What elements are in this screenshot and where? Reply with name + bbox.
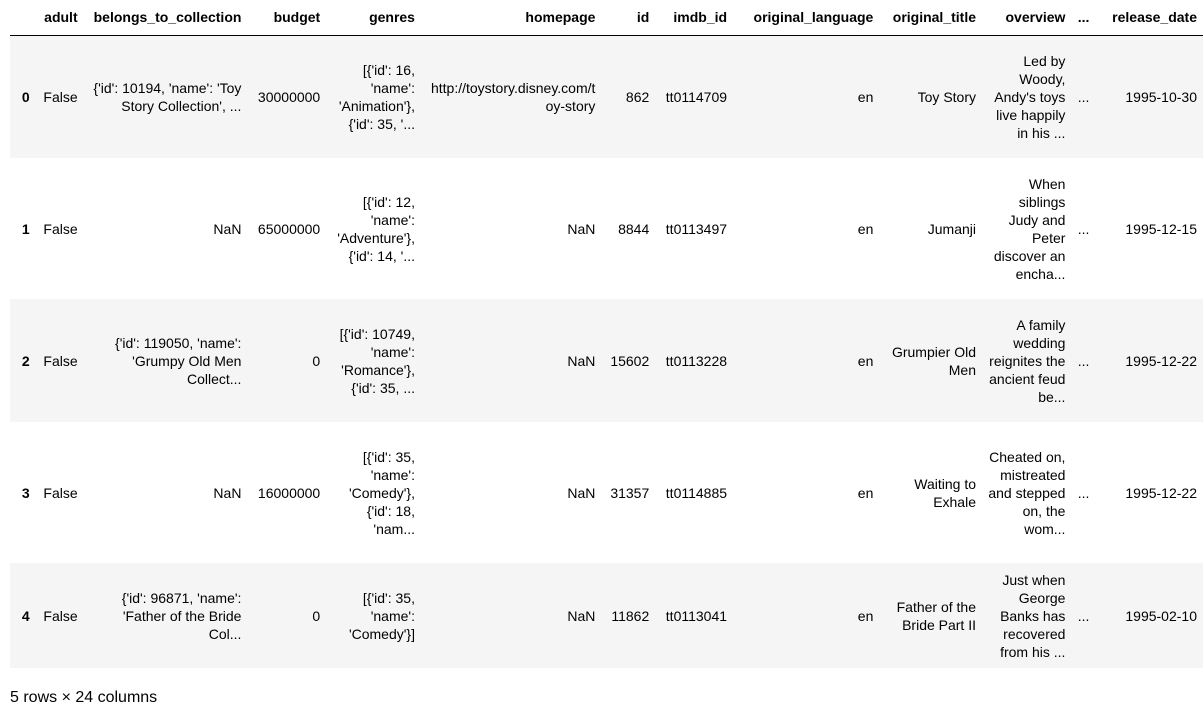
cell-adult: False (43, 220, 78, 237)
cell-genres: [{'id': 35, 'name': 'Comedy'}] (348, 589, 415, 642)
cell-id: 15602 (610, 352, 650, 369)
cell-original-title: Jumanji (927, 220, 976, 237)
cell-original-language: en (857, 484, 874, 501)
column-header-overview: overview (982, 0, 1072, 36)
cell-original-language: en (857, 220, 874, 237)
column-header-id: id (601, 0, 656, 36)
row-index: 0 (21, 88, 30, 105)
cell-release-date: 1995-02-10 (1125, 607, 1197, 624)
cell-budget: 0 (312, 607, 321, 624)
table-row: 3 False NaN 16000000 [{'id': 35, 'name':… (10, 422, 1203, 563)
cell-homepage: NaN (567, 220, 596, 237)
cell-overview: Cheated on, mistreated and stepped on, t… (988, 448, 1066, 537)
column-header-original-language: original_language (733, 0, 880, 36)
cell-homepage: NaN (567, 352, 596, 369)
dataframe-table: adult belongs_to_collection budget genre… (10, 0, 1203, 668)
cell-imdb-id: tt0114709 (665, 88, 728, 105)
cell-homepage: NaN (567, 607, 596, 624)
cell-belongs-to-collection: {'id': 10194, 'name': 'Toy Story Collect… (93, 79, 242, 114)
column-header-genres: genres (326, 0, 421, 36)
cell-release-date: 1995-12-15 (1125, 220, 1197, 237)
cell-adult: False (43, 88, 78, 105)
cell-overview: Led by Woody, Andy's toys live happily i… (994, 52, 1066, 141)
table-row: 0 False {'id': 10194, 'name': 'Toy Story… (10, 35, 1203, 158)
cell-budget: 30000000 (257, 88, 321, 105)
cell-budget: 16000000 (257, 484, 321, 501)
dataframe-shape-summary: 5 rows × 24 columns (10, 689, 158, 706)
cell-original-title: Father of the Bride Part II (896, 598, 976, 633)
column-header-budget: budget (247, 0, 327, 36)
cell-id: 862 (625, 88, 650, 105)
cell-genres: [{'id': 16, 'name': 'Animation'}, {'id':… (338, 61, 415, 132)
cell-genres: [{'id': 35, 'name': 'Comedy'}, {'id': 18… (348, 448, 415, 537)
cell-overview: A family wedding reignites the ancient f… (989, 316, 1066, 405)
cell-ellipsis: ... (1077, 352, 1090, 369)
cell-overview: When siblings Judy and Peter discover an… (993, 175, 1066, 282)
row-index: 1 (21, 220, 30, 237)
dataframe-output: adult belongs_to_collection budget genre… (10, 0, 1203, 668)
cell-adult: False (43, 484, 78, 501)
cell-release-date: 1995-12-22 (1125, 484, 1197, 501)
column-header-homepage: homepage (420, 0, 602, 36)
cell-homepage: http://toystory.disney.com/toy-story (430, 79, 596, 114)
cell-id: 8844 (618, 220, 650, 237)
row-index: 2 (21, 352, 30, 369)
cell-original-language: en (857, 607, 874, 624)
cell-imdb-id: tt0113041 (665, 607, 728, 624)
index-column-header (10, 0, 36, 36)
table-row: 2 False {'id': 119050, 'name': 'Grumpy O… (10, 299, 1203, 422)
row-index: 3 (21, 484, 30, 501)
column-header-ellipsis: ... (1071, 0, 1096, 36)
cell-belongs-to-collection: {'id': 119050, 'name': 'Grumpy Old Men C… (115, 334, 242, 387)
row-index: 4 (21, 607, 30, 624)
cell-genres: [{'id': 10749, 'name': 'Romance'}, {'id'… (339, 325, 415, 396)
cell-original-title: Toy Story (917, 88, 976, 105)
cell-adult: False (43, 607, 78, 624)
cell-original-language: en (857, 88, 874, 105)
cell-adult: False (43, 352, 78, 369)
cell-ellipsis: ... (1077, 607, 1090, 624)
cell-belongs-to-collection: {'id': 96871, 'name': 'Father of the Bri… (121, 589, 242, 642)
column-header-adult: adult (35, 0, 84, 36)
cell-budget: 0 (312, 352, 321, 369)
cell-belongs-to-collection: NaN (213, 484, 242, 501)
cell-ellipsis: ... (1077, 220, 1090, 237)
cell-original-language: en (857, 352, 874, 369)
cell-release-date: 1995-10-30 (1125, 88, 1197, 105)
cell-id: 11862 (611, 607, 650, 624)
column-header-original-title: original_title (879, 0, 982, 36)
table-body: 0 False {'id': 10194, 'name': 'Toy Story… (10, 35, 1203, 668)
header-row: adult belongs_to_collection budget genre… (10, 0, 1203, 36)
table-row: 4 False {'id': 96871, 'name': 'Father of… (10, 563, 1203, 668)
cell-overview: Just when George Banks has recovered fro… (1000, 571, 1066, 660)
cell-budget: 65000000 (257, 220, 321, 237)
table-row: 1 False NaN 65000000 [{'id': 12, 'name':… (10, 158, 1203, 299)
cell-genres: [{'id': 12, 'name': 'Adventure'}, {'id':… (337, 193, 415, 264)
column-header-imdb-id: imdb_id (655, 0, 734, 36)
cell-imdb-id: tt0113497 (665, 220, 728, 237)
cell-belongs-to-collection: NaN (213, 220, 242, 237)
cell-original-title: Grumpier Old Men (891, 343, 976, 378)
cell-ellipsis: ... (1077, 484, 1090, 501)
column-header-belongs-to-collection: belongs_to_collection (83, 0, 248, 36)
cell-original-title: Waiting to Exhale (914, 475, 976, 510)
column-header-release-date: release_date (1095, 0, 1203, 36)
cell-id: 31357 (610, 484, 650, 501)
cell-imdb-id: tt0113228 (665, 352, 728, 369)
cell-release-date: 1995-12-22 (1125, 352, 1197, 369)
cell-ellipsis: ... (1077, 88, 1090, 105)
table-header: adult belongs_to_collection budget genre… (10, 0, 1203, 36)
cell-imdb-id: tt0114885 (665, 484, 728, 501)
cell-homepage: NaN (567, 484, 596, 501)
